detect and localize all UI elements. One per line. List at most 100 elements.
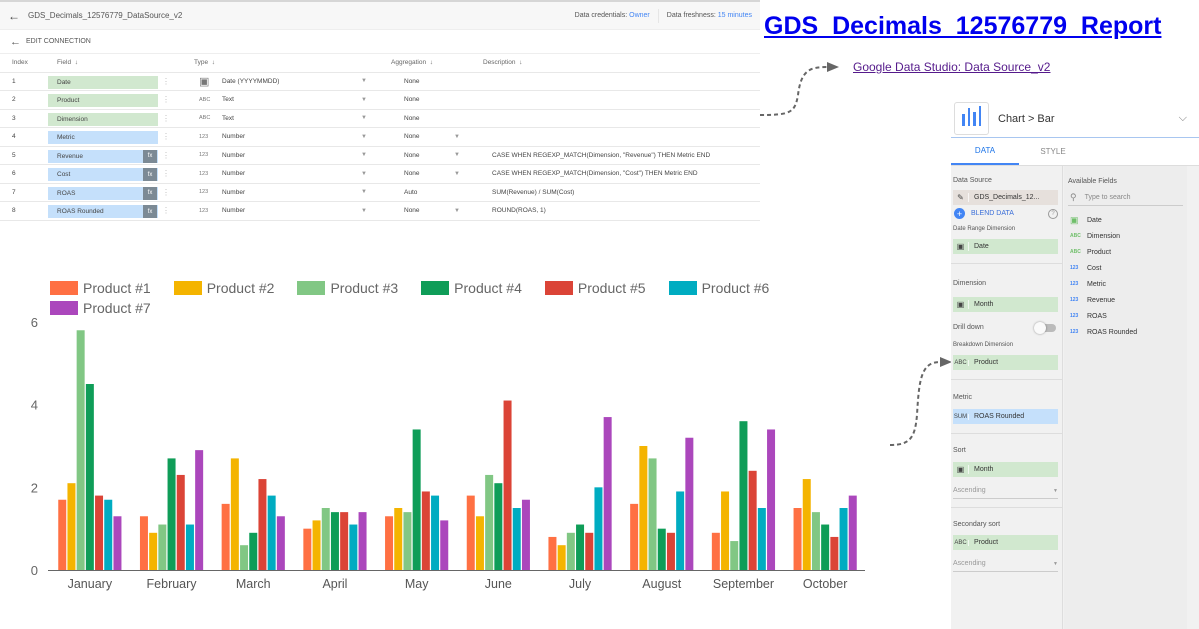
sort-order-dropdown[interactable]: Ascending ▼ bbox=[953, 483, 1058, 499]
available-field[interactable]: 123 ROAS bbox=[1064, 308, 1187, 324]
bar[interactable] bbox=[802, 479, 811, 570]
legend-item[interactable]: Product #6 bbox=[668, 278, 769, 298]
field-aggregation[interactable]: None bbox=[404, 128, 420, 146]
back-arrow-icon[interactable]: ← bbox=[8, 9, 20, 23]
field-type[interactable]: Number bbox=[222, 147, 245, 165]
legend-item[interactable]: Product #1 bbox=[50, 278, 151, 298]
breakdown-dimension-chip[interactable]: ABC Product bbox=[953, 355, 1058, 370]
bar[interactable] bbox=[303, 528, 312, 570]
bar[interactable] bbox=[95, 495, 104, 570]
bar[interactable] bbox=[394, 508, 403, 570]
available-field[interactable]: 123 ROAS Rounded bbox=[1064, 324, 1187, 340]
secondary-sort-chip[interactable]: ABC Product bbox=[953, 535, 1058, 550]
bar[interactable] bbox=[195, 450, 204, 570]
bar[interactable] bbox=[839, 508, 848, 570]
bar[interactable] bbox=[258, 479, 267, 570]
bar[interactable] bbox=[158, 524, 167, 570]
bar[interactable] bbox=[321, 508, 330, 570]
calculated-field-icon[interactable]: fx bbox=[143, 205, 157, 218]
data-source-link[interactable]: Google Data Studio: Data Source_v2 bbox=[853, 60, 1050, 74]
bar[interactable] bbox=[494, 483, 503, 570]
bar[interactable] bbox=[767, 429, 776, 570]
bar[interactable] bbox=[440, 520, 449, 570]
bar[interactable] bbox=[603, 417, 612, 570]
data-source-chip[interactable]: ✎ GDS_Decimals_12... bbox=[953, 190, 1058, 205]
available-field[interactable]: ABC Dimension bbox=[1064, 228, 1187, 244]
bar[interactable] bbox=[385, 516, 394, 570]
bar[interactable] bbox=[711, 532, 720, 570]
bar[interactable] bbox=[512, 508, 521, 570]
aggregation-sum-icon[interactable]: SUM bbox=[953, 413, 969, 420]
bar[interactable] bbox=[58, 499, 67, 570]
field-description[interactable]: SUM(Revenue) / SUM(Cost) bbox=[492, 184, 574, 202]
field-search-input[interactable]: ⚲ Type to search bbox=[1068, 190, 1183, 206]
bar[interactable] bbox=[67, 483, 76, 570]
field-aggregation[interactable]: None bbox=[404, 147, 420, 165]
field-type[interactable]: Number bbox=[222, 184, 245, 202]
bar[interactable] bbox=[412, 429, 421, 570]
blend-data-button[interactable]: + BLEND DATA ? bbox=[954, 208, 1058, 219]
sort-chip[interactable]: ▣ Month bbox=[953, 462, 1058, 477]
bar[interactable] bbox=[521, 499, 530, 570]
tab-data[interactable]: DATA bbox=[951, 138, 1019, 165]
field-type[interactable]: Number bbox=[222, 128, 245, 146]
data-freshness[interactable]: Data freshness: 15 minutes bbox=[659, 12, 760, 19]
bar[interactable] bbox=[821, 524, 830, 570]
bar[interactable] bbox=[666, 532, 675, 570]
more-options-icon[interactable]: ⋮ bbox=[162, 91, 170, 109]
bar[interactable] bbox=[721, 491, 730, 570]
type-dropdown-arrow-icon[interactable]: ▼ bbox=[361, 128, 367, 146]
bar[interactable] bbox=[639, 446, 648, 570]
edit-connection-button[interactable]: ← EDIT CONNECTION bbox=[0, 30, 760, 54]
field-name[interactable]: Metric bbox=[48, 131, 158, 144]
report-title-link[interactable]: GDS_Decimals_12576779_Report bbox=[764, 12, 1161, 41]
bar[interactable] bbox=[104, 499, 113, 570]
bar[interactable] bbox=[358, 512, 367, 570]
more-options-icon[interactable]: ⋮ bbox=[162, 110, 170, 128]
bar[interactable] bbox=[685, 437, 694, 570]
field-name[interactable]: ROAS Rounded bbox=[48, 205, 158, 218]
bar[interactable] bbox=[276, 516, 285, 570]
bar[interactable] bbox=[240, 545, 249, 570]
tab-style[interactable]: STYLE bbox=[1019, 138, 1087, 165]
bar[interactable] bbox=[485, 474, 494, 570]
legend-item[interactable]: Product #2 bbox=[173, 278, 274, 298]
metric-chip[interactable]: SUM ROAS Rounded bbox=[953, 409, 1058, 424]
field-type[interactable]: Text bbox=[222, 91, 234, 109]
calculated-field-icon[interactable]: fx bbox=[143, 168, 157, 181]
field-description[interactable]: CASE WHEN REGEXP_MATCH(Dimension, "Cost"… bbox=[492, 165, 698, 183]
bar[interactable] bbox=[739, 421, 748, 570]
field-description[interactable]: CASE WHEN REGEXP_MATCH(Dimension, "Reven… bbox=[492, 147, 710, 165]
field-aggregation[interactable]: None bbox=[404, 202, 420, 220]
field-type[interactable]: Text bbox=[222, 110, 234, 128]
available-field[interactable]: 123 Cost bbox=[1064, 260, 1187, 276]
bar[interactable] bbox=[249, 532, 258, 570]
aggregation-dropdown-arrow-icon[interactable]: ▼ bbox=[454, 165, 460, 183]
dimension-chip[interactable]: ▣ Month bbox=[953, 297, 1058, 312]
chevron-down-icon[interactable]: ⌵ bbox=[1179, 112, 1187, 125]
field-name[interactable]: Product bbox=[48, 94, 158, 107]
bar[interactable] bbox=[431, 495, 440, 570]
field-type[interactable]: Date (YYYYMMDD) bbox=[222, 73, 279, 91]
bar[interactable] bbox=[76, 330, 85, 570]
more-options-icon[interactable]: ⋮ bbox=[162, 184, 170, 202]
bar[interactable] bbox=[830, 536, 839, 570]
field-name[interactable]: Date bbox=[48, 75, 158, 89]
data-freshness-value[interactable]: 15 minutes bbox=[718, 12, 752, 19]
column-header-description[interactable]: Description ↓ bbox=[483, 54, 522, 72]
bar[interactable] bbox=[566, 532, 575, 570]
bar[interactable] bbox=[557, 545, 566, 570]
bar[interactable] bbox=[185, 524, 194, 570]
type-dropdown-arrow-icon[interactable]: ▼ bbox=[361, 147, 367, 165]
bar[interactable] bbox=[267, 495, 276, 570]
calculated-field-icon[interactable]: fx bbox=[143, 149, 157, 163]
bar[interactable] bbox=[793, 508, 802, 570]
chart-type-selector[interactable]: Chart > Bar ⌵ bbox=[951, 100, 1199, 138]
bar[interactable] bbox=[230, 458, 239, 570]
bar[interactable] bbox=[648, 458, 657, 570]
field-aggregation[interactable]: None bbox=[404, 165, 420, 183]
more-options-icon[interactable]: ⋮ bbox=[162, 73, 170, 91]
bar[interactable] bbox=[757, 508, 766, 570]
available-field[interactable]: 123 Revenue bbox=[1064, 292, 1187, 308]
bar[interactable] bbox=[149, 532, 158, 570]
